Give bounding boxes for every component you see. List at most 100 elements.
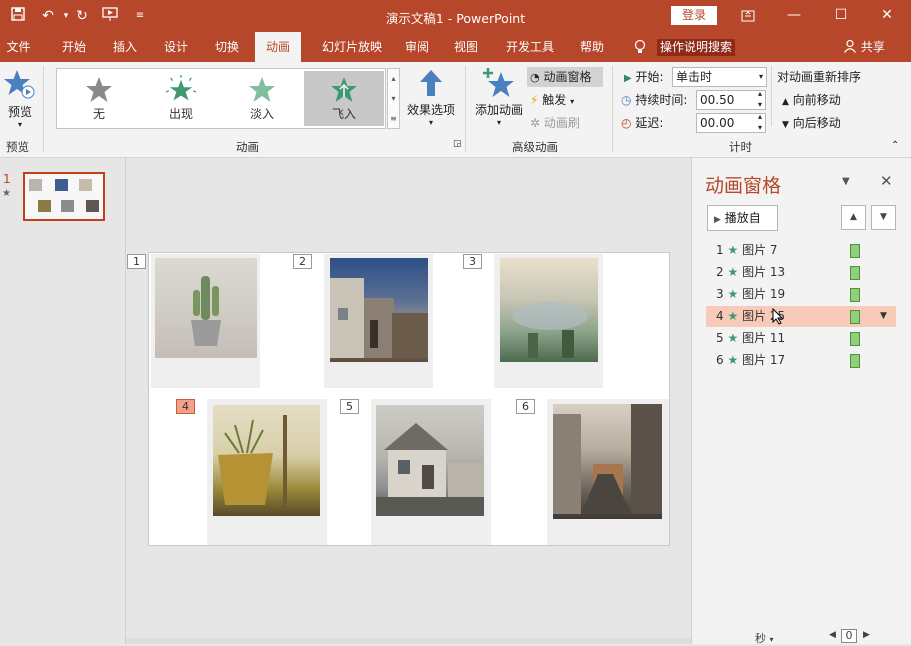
fly-in-star-icon: ★ bbox=[727, 243, 739, 257]
animation-none[interactable]: 无 bbox=[59, 71, 139, 126]
minimize-icon[interactable]: — bbox=[771, 0, 817, 32]
share-label: 共享 bbox=[860, 40, 885, 54]
add-animation-dropdown-icon[interactable]: ▾ bbox=[473, 118, 525, 127]
animation-tag-selected[interactable]: 4 bbox=[176, 399, 195, 414]
preview-star-icon bbox=[3, 70, 37, 103]
group-separator bbox=[612, 66, 613, 152]
tab-insert[interactable]: 插入 bbox=[103, 32, 147, 62]
delay-stepper-icon[interactable]: ▴ ▾ bbox=[758, 111, 762, 133]
duration-input[interactable]: 00.50 ▴ ▾ bbox=[696, 88, 766, 110]
horizontal-scrollbar[interactable] bbox=[126, 638, 691, 644]
slide-thumbnail[interactable] bbox=[23, 172, 105, 221]
tab-help[interactable]: 帮助 bbox=[574, 32, 610, 62]
timing-bar[interactable] bbox=[850, 288, 860, 302]
trigger-button[interactable]: ⚡ 触发 ▾ bbox=[530, 90, 574, 110]
preview-button[interactable]: 预览 ▾ bbox=[2, 68, 38, 129]
tell-me-search[interactable]: 操作说明搜索 bbox=[657, 39, 736, 56]
pane-close-icon[interactable]: ✕ bbox=[880, 172, 893, 190]
move-earlier-label: 向前移动 bbox=[792, 93, 841, 107]
dialog-launcher-icon[interactable]: ◲ bbox=[453, 139, 462, 149]
pane-divider[interactable] bbox=[125, 158, 126, 644]
triangle-down-icon: ▼ bbox=[782, 120, 789, 130]
start-select[interactable]: 单击时 ▾ bbox=[672, 67, 767, 87]
move-earlier-button[interactable]: ▲ 向前移动 bbox=[782, 90, 841, 110]
animation-pane: 动画窗格 ▼ ✕ ▶ 播放自 ▲ ▼ 1 ★ 图片 7 2 ★ 图片 13 3 … bbox=[691, 158, 911, 644]
item-dropdown-icon[interactable]: ▼ bbox=[880, 306, 887, 327]
animation-list-item[interactable]: 5 ★ 图片 11 bbox=[706, 328, 897, 349]
preview-dropdown-icon[interactable]: ▾ bbox=[2, 120, 38, 129]
timing-bar[interactable] bbox=[850, 310, 860, 324]
ribbon-display-icon[interactable] bbox=[725, 0, 771, 32]
tab-home[interactable]: 开始 bbox=[52, 32, 96, 62]
effect-options-button[interactable]: 效果选项 ▾ bbox=[405, 68, 457, 127]
animation-list-item[interactable]: 6 ★ 图片 17 bbox=[706, 350, 897, 371]
fly-in-star-icon: ★ bbox=[727, 353, 739, 367]
animation-tag[interactable]: 6 bbox=[516, 399, 535, 414]
animation-list-item[interactable]: 3 ★ 图片 19 bbox=[706, 284, 897, 305]
seconds-dropdown-icon: ▾ bbox=[769, 635, 774, 644]
pane-options-dropdown-icon[interactable]: ▼ bbox=[842, 176, 850, 187]
tab-view[interactable]: 视图 bbox=[448, 32, 484, 62]
photo-cactus[interactable] bbox=[155, 258, 257, 358]
photo-potted-plant[interactable] bbox=[213, 405, 320, 516]
clock-icon: ◷ bbox=[621, 93, 632, 107]
tab-developer[interactable]: 开发工具 bbox=[498, 32, 562, 62]
maximize-icon[interactable]: ☐ bbox=[818, 0, 864, 32]
effect-options-dropdown-icon[interactable]: ▾ bbox=[405, 118, 457, 127]
timeline-value[interactable]: 0 bbox=[841, 629, 857, 643]
gallery-up-icon[interactable]: ▴ bbox=[388, 69, 399, 89]
photo-house[interactable] bbox=[376, 405, 484, 516]
lightbulb-icon[interactable] bbox=[630, 32, 650, 62]
slide-canvas[interactable]: 1 2 3 4 5 6 bbox=[127, 252, 670, 546]
delay-input[interactable]: 00.00 ▴ ▾ bbox=[696, 111, 766, 133]
share-button[interactable]: 共享 bbox=[843, 32, 885, 62]
photo-blurred-plants[interactable] bbox=[500, 258, 598, 362]
start-dropdown-icon[interactable]: ▾ bbox=[759, 68, 763, 86]
animation-tag[interactable]: 2 bbox=[293, 254, 312, 269]
photo-street[interactable] bbox=[330, 258, 428, 362]
tab-design[interactable]: 设计 bbox=[154, 32, 198, 62]
fly-in-star-icon: ★ bbox=[727, 309, 739, 323]
photo-alley[interactable] bbox=[553, 404, 662, 519]
gallery-scrollbar[interactable]: ▴ ▾ ≡ bbox=[387, 68, 400, 129]
play-from-button[interactable]: ▶ 播放自 bbox=[707, 205, 778, 231]
animation-tag[interactable]: 1 bbox=[127, 254, 146, 269]
animation-fade[interactable]: 淡入 bbox=[222, 71, 302, 126]
move-up-button[interactable]: ▲ bbox=[841, 205, 866, 230]
collapse-ribbon-icon[interactable]: ⌃ bbox=[891, 136, 899, 156]
move-later-button[interactable]: ▼ 向后移动 bbox=[782, 113, 841, 133]
animation-list-item-selected[interactable]: 4 ★ 图片 25 ▼ bbox=[706, 306, 896, 327]
scroll-left-icon[interactable]: ◀ bbox=[829, 630, 836, 640]
anim-item-number: 6 bbox=[716, 353, 724, 367]
login-button[interactable]: 登录 bbox=[671, 6, 717, 25]
scroll-right-icon[interactable]: ▶ bbox=[863, 630, 870, 640]
animation-pane-button[interactable]: ◔ 动画窗格 bbox=[527, 67, 603, 87]
delay-value: 00.00 bbox=[700, 116, 735, 130]
gallery-down-icon[interactable]: ▾ bbox=[388, 89, 399, 109]
anim-item-number: 1 bbox=[716, 243, 724, 257]
duration-stepper-icon[interactable]: ▴ ▾ bbox=[758, 88, 762, 110]
timing-bar[interactable] bbox=[850, 266, 860, 280]
tab-transitions[interactable]: 切换 bbox=[205, 32, 249, 62]
tab-slideshow[interactable]: 幻灯片放映 bbox=[308, 32, 396, 62]
animation-tag[interactable]: 3 bbox=[463, 254, 482, 269]
gallery-more-icon[interactable]: ≡ bbox=[388, 109, 399, 128]
animation-fly-in[interactable]: 飞入 bbox=[304, 71, 384, 126]
timing-bar[interactable] bbox=[850, 332, 860, 346]
seconds-label: 秒 bbox=[755, 632, 766, 645]
animation-appear[interactable]: 出现 bbox=[141, 71, 221, 126]
animation-tag[interactable]: 5 bbox=[340, 399, 359, 414]
close-icon[interactable]: ✕ bbox=[864, 0, 910, 32]
tab-animations[interactable]: 动画 bbox=[255, 32, 301, 62]
tab-review[interactable]: 审阅 bbox=[399, 32, 435, 62]
tab-file[interactable]: 文件 bbox=[0, 32, 37, 62]
animation-painter-button[interactable]: ✲ 动画刷 bbox=[530, 113, 580, 133]
start-value: 单击时 bbox=[676, 70, 713, 84]
thumb-photo bbox=[86, 200, 99, 212]
timing-bar[interactable] bbox=[850, 354, 860, 368]
move-down-button[interactable]: ▼ bbox=[871, 205, 896, 230]
add-animation-button[interactable]: 添加动画 ▾ bbox=[473, 68, 525, 127]
timing-bar[interactable] bbox=[850, 244, 860, 258]
animation-list-item[interactable]: 2 ★ 图片 13 bbox=[706, 262, 897, 283]
animation-list-item[interactable]: 1 ★ 图片 7 bbox=[706, 240, 897, 261]
